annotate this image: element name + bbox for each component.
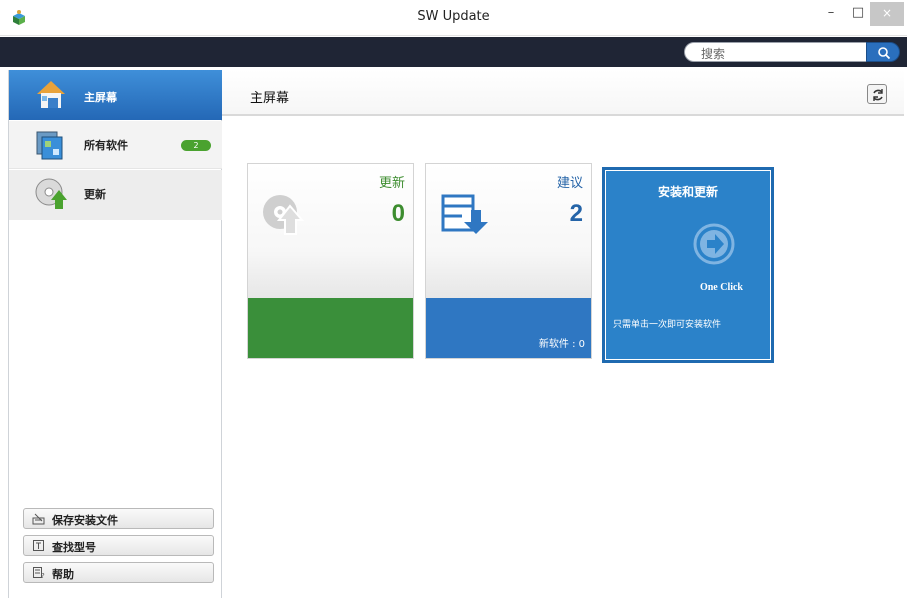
update-disc-icon <box>35 178 67 209</box>
install-description: 只需单击一次即可安装软件 <box>613 320 722 330</box>
minimize-button[interactable]: – <box>816 2 846 26</box>
sidebar-item-label: 所有软件 <box>84 139 128 152</box>
sidebar-item-update[interactable]: 更新 <box>9 170 222 220</box>
maximize-button[interactable]: □ <box>843 2 873 26</box>
search-button[interactable] <box>866 42 900 62</box>
suggestions-tile-bar: 新软件 : 0 <box>426 298 591 358</box>
find-model-label: 查找型号 <box>52 541 96 554</box>
sidebar-item-all-software[interactable]: 所有软件 2 <box>9 121 222 169</box>
main-header: 主屏幕 <box>222 70 904 116</box>
help-label: 帮助 <box>52 568 74 581</box>
find-model-button[interactable]: 查找型号 <box>23 535 214 556</box>
search-icon <box>878 47 891 60</box>
window-title: SW Update <box>417 9 490 24</box>
updates-tile-bar <box>248 298 413 358</box>
suggestions-label: 建议 <box>556 176 583 191</box>
update-disc-icon <box>263 195 305 235</box>
search-bar: 搜索 <box>0 37 907 67</box>
refresh-button[interactable] <box>867 84 887 104</box>
page-title: 主屏幕 <box>250 91 290 106</box>
install-and-update-tile[interactable]: 安装和更新 One Click 只需单击一次即可安装软件 <box>602 167 774 363</box>
sidebar-item-label: 更新 <box>84 188 106 201</box>
refresh-icon <box>873 89 883 101</box>
home-icon <box>37 81 65 108</box>
sidebar-item-home[interactable]: 主屏幕 <box>9 70 222 120</box>
sidebar-item-label: 主屏幕 <box>84 91 117 104</box>
search-input[interactable]: 搜索 <box>684 42 867 62</box>
search-placeholder: 搜索 <box>701 47 726 61</box>
all-software-icon <box>36 131 63 160</box>
main-panel: 主屏幕 更新 0 建议 2 新软件: 0 安装和更新 One Click 只需… <box>222 70 904 598</box>
close-button[interactable]: × <box>870 2 904 26</box>
install-title: 安装和更新 <box>657 185 718 199</box>
save-icon <box>32 513 45 525</box>
suggestions-count: 2 <box>569 200 583 227</box>
one-click-label: One Click <box>699 282 743 293</box>
software-count-badge: 2 <box>181 140 211 151</box>
arrow-right-circle-icon <box>693 223 735 265</box>
help-icon: ? <box>33 567 45 579</box>
save-install-files-button[interactable]: 保存安装文件 <box>23 508 214 529</box>
updates-count: 0 <box>391 200 405 227</box>
title-bar: SW Update – □ × <box>0 0 907 36</box>
new-software-count: 新软件 : 0 <box>538 339 585 350</box>
save-install-files-label: 保存安装文件 <box>52 514 118 527</box>
suggestions-tile[interactable]: 建议 2 新软件 : 0 <box>425 163 592 359</box>
updates-label: 更新 <box>378 176 405 191</box>
sidebar: 主屏幕 所有软件 2 更新 保存安装文件 查找型号 ? 帮助 <box>8 70 222 598</box>
help-button[interactable]: ? 帮助 <box>23 562 214 583</box>
find-icon <box>33 540 44 551</box>
svg-text:?: ? <box>41 572 45 579</box>
download-box-icon <box>441 194 488 234</box>
updates-tile[interactable]: 更新 0 <box>247 163 414 359</box>
